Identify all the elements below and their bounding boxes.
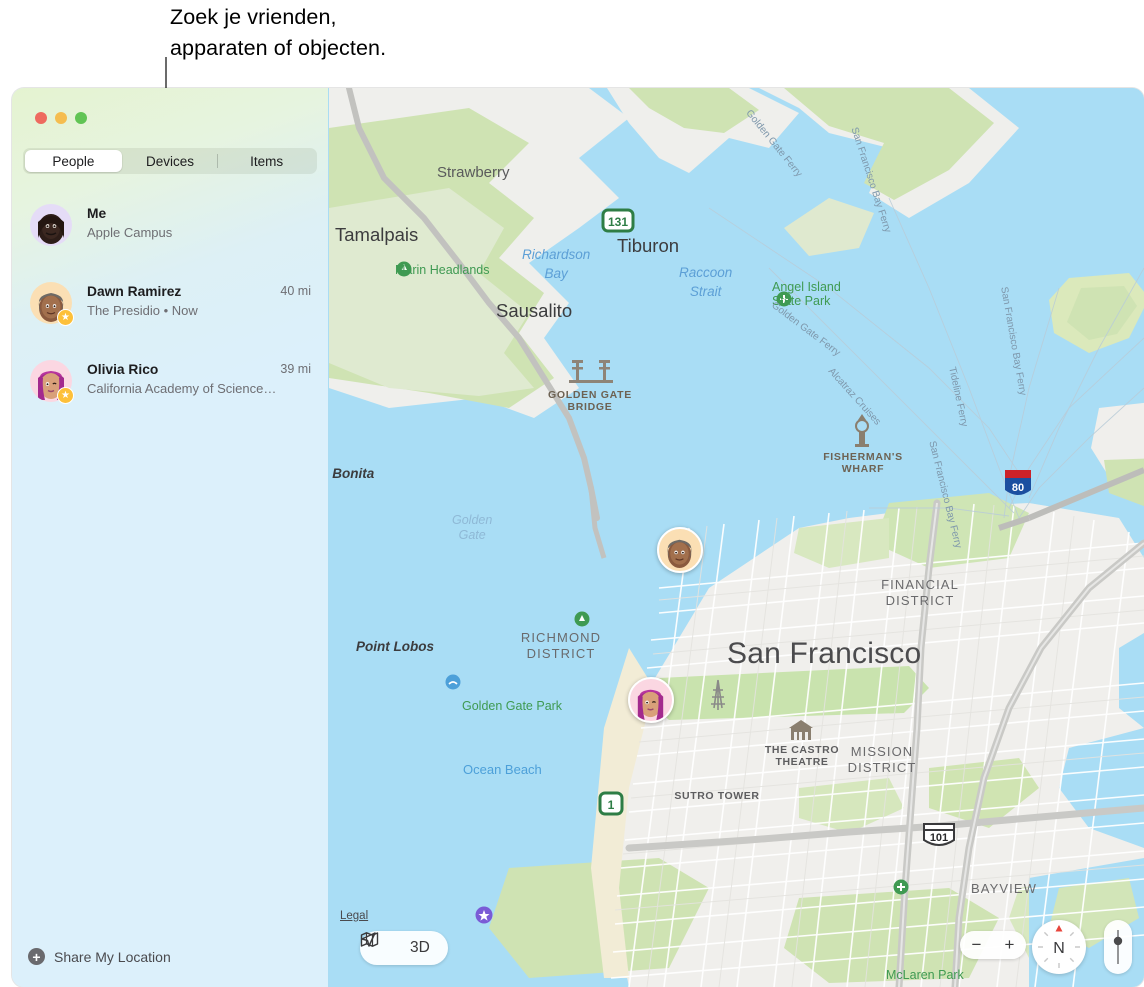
minimize-button[interactable] — [55, 112, 67, 124]
tab-items[interactable]: Items — [217, 150, 315, 172]
window-traffic-lights[interactable] — [35, 112, 87, 124]
route-shield-101: 101 — [923, 823, 955, 846]
memoji-olivia-icon — [637, 689, 664, 720]
svg-text:101: 101 — [930, 832, 948, 844]
star-badge-icon: ★ — [57, 387, 74, 404]
zoom-out-button[interactable]: − — [972, 935, 982, 955]
map-pin-olivia-rico[interactable] — [628, 677, 674, 723]
list-item[interactable]: Me Apple Campus — [12, 190, 329, 268]
route-shield-80: 80 — [1005, 470, 1031, 495]
plus-circle-icon: + — [28, 948, 45, 965]
app-window: People Devices Items Me Apple Campus ★ D… — [12, 88, 1144, 987]
route-shield-131: 131 — [601, 208, 635, 233]
tab-devices[interactable]: Devices — [122, 150, 219, 172]
close-button[interactable] — [35, 112, 47, 124]
avatar: ★ — [30, 282, 74, 326]
zoom-controls[interactable]: − + — [960, 931, 1026, 959]
tab-divider — [217, 154, 219, 168]
tab-people-label: People — [52, 153, 95, 169]
svg-text:1: 1 — [608, 798, 615, 812]
tab-people[interactable]: People — [25, 150, 122, 172]
share-my-location-button[interactable]: + Share My Location — [28, 948, 171, 965]
star-badge-icon: ★ — [57, 309, 74, 326]
segmented-tab-bar[interactable]: People Devices Items — [23, 148, 317, 174]
zoom-button[interactable] — [75, 112, 87, 124]
compass-north-label: N — [1053, 940, 1065, 957]
list-item[interactable]: ★ Dawn Ramirez The Presidio • Now 40 mi — [12, 268, 329, 346]
pitch-slider[interactable] — [1104, 920, 1132, 974]
sidebar: People Devices Items Me Apple Campus ★ D… — [12, 88, 329, 987]
avatar: ★ — [30, 360, 74, 404]
person-name: Dawn Ramirez — [87, 284, 182, 299]
person-subtitle: Apple Campus — [87, 225, 173, 240]
map-pin-dawn-ramirez[interactable] — [657, 527, 703, 573]
map-canvas[interactable]: 131 1 35 101 — [329, 88, 1144, 987]
memoji-dawn-icon — [667, 539, 692, 569]
person-distance: 39 mi — [280, 362, 311, 376]
memoji-me-icon — [38, 214, 64, 244]
tab-items-label: Items — [250, 153, 284, 169]
person-subtitle: The Presidio • Now — [87, 303, 198, 318]
route-shield-1: 1 — [598, 791, 624, 816]
avatar — [30, 204, 72, 246]
people-list: Me Apple Campus ★ Dawn Ramirez The Presi… — [12, 190, 329, 424]
list-item[interactable]: ★ Olivia Rico California Academy of Scie… — [12, 346, 329, 424]
svg-text:131: 131 — [608, 215, 628, 229]
map-mode-controls[interactable]: 3D — [360, 931, 448, 965]
person-name: Olivia Rico — [87, 362, 159, 377]
tab-devices-label: Devices — [146, 153, 195, 169]
zoom-in-button[interactable]: + — [1005, 935, 1015, 955]
three-d-button[interactable]: 3D — [410, 939, 430, 957]
legal-link[interactable]: Legal — [340, 910, 368, 922]
person-subtitle: California Academy of Sciences... — [87, 381, 281, 396]
compass-control[interactable]: N — [1032, 920, 1086, 974]
map-graphics: 131 1 35 101 — [329, 88, 1144, 987]
share-my-location-label: Share My Location — [54, 948, 171, 965]
person-name: Me — [87, 206, 107, 221]
svg-text:80: 80 — [1012, 482, 1024, 494]
person-distance: 40 mi — [280, 284, 311, 298]
